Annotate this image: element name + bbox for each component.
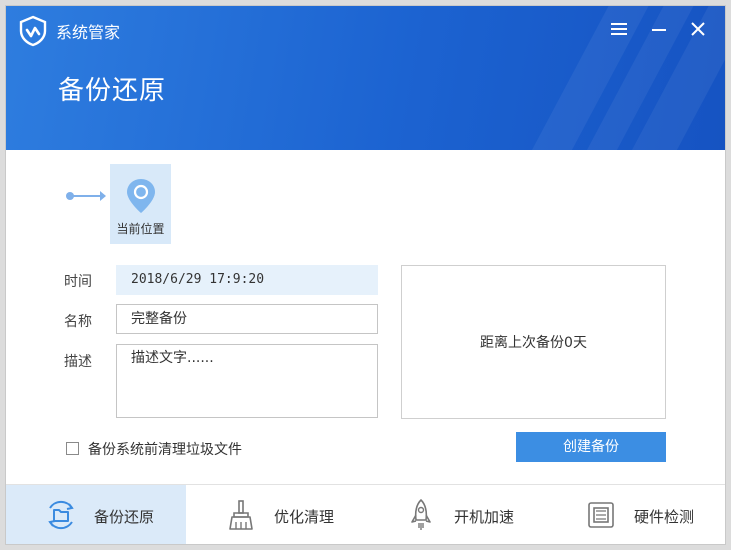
minimize-button[interactable]: [646, 16, 672, 42]
backup-info-panel: 距离上次备份0天: [401, 265, 666, 419]
bottom-nav: 备份还原 优化清理 开机加速 硬件检测: [6, 484, 725, 544]
description-label: 描述: [64, 354, 92, 370]
chip-icon: [588, 502, 614, 528]
page-title: 备份还原: [58, 76, 167, 106]
timeline-arrow-icon: [100, 191, 106, 201]
nav-label: 硬件检测: [634, 508, 695, 526]
nav-label: 开机加速: [454, 508, 515, 526]
nav-item-hardware-detect[interactable]: 硬件检测: [546, 485, 725, 544]
close-button[interactable]: [685, 16, 711, 42]
time-value: 2018/6/29 17:9:20: [116, 265, 378, 295]
location-pin-icon: [127, 179, 155, 213]
timeline-current-label: 当前位置: [116, 222, 165, 236]
clean-before-backup-label[interactable]: 备份系统前清理垃圾文件: [88, 439, 242, 459]
minimize-icon: [652, 29, 666, 31]
header-banner: 系统管家 备份还原: [6, 6, 725, 150]
timeline-line: [73, 195, 103, 197]
nav-item-boot-speedup[interactable]: 开机加速: [366, 485, 546, 544]
menu-button[interactable]: [606, 16, 632, 42]
rocket-icon: [411, 499, 431, 530]
nav-label: 备份还原: [94, 508, 155, 526]
shield-logo-icon: [19, 15, 47, 47]
last-backup-text: 距离上次备份0天: [480, 335, 587, 351]
timeline-current-node[interactable]: 当前位置: [110, 164, 171, 244]
description-textarea[interactable]: 描述文字......: [116, 344, 378, 418]
clean-before-backup-checkbox[interactable]: [66, 442, 79, 455]
nav-label: 优化清理: [274, 508, 335, 526]
folder-sync-icon: [48, 501, 74, 529]
create-backup-button[interactable]: 创建备份: [516, 432, 666, 462]
broom-icon: [229, 500, 253, 530]
close-icon: [691, 22, 705, 36]
app-window: 系统管家 备份还原 当前位置 时间 2018/6/29 17:9:20 名称 完…: [5, 5, 726, 545]
hamburger-menu-icon: [611, 23, 627, 35]
name-input[interactable]: 完整备份: [116, 304, 378, 334]
app-title: 系统管家: [56, 23, 121, 42]
nav-item-optimize-clean[interactable]: 优化清理: [186, 485, 366, 544]
time-label: 时间: [64, 274, 92, 290]
name-label: 名称: [64, 314, 92, 330]
nav-item-backup-restore[interactable]: 备份还原: [6, 485, 186, 544]
